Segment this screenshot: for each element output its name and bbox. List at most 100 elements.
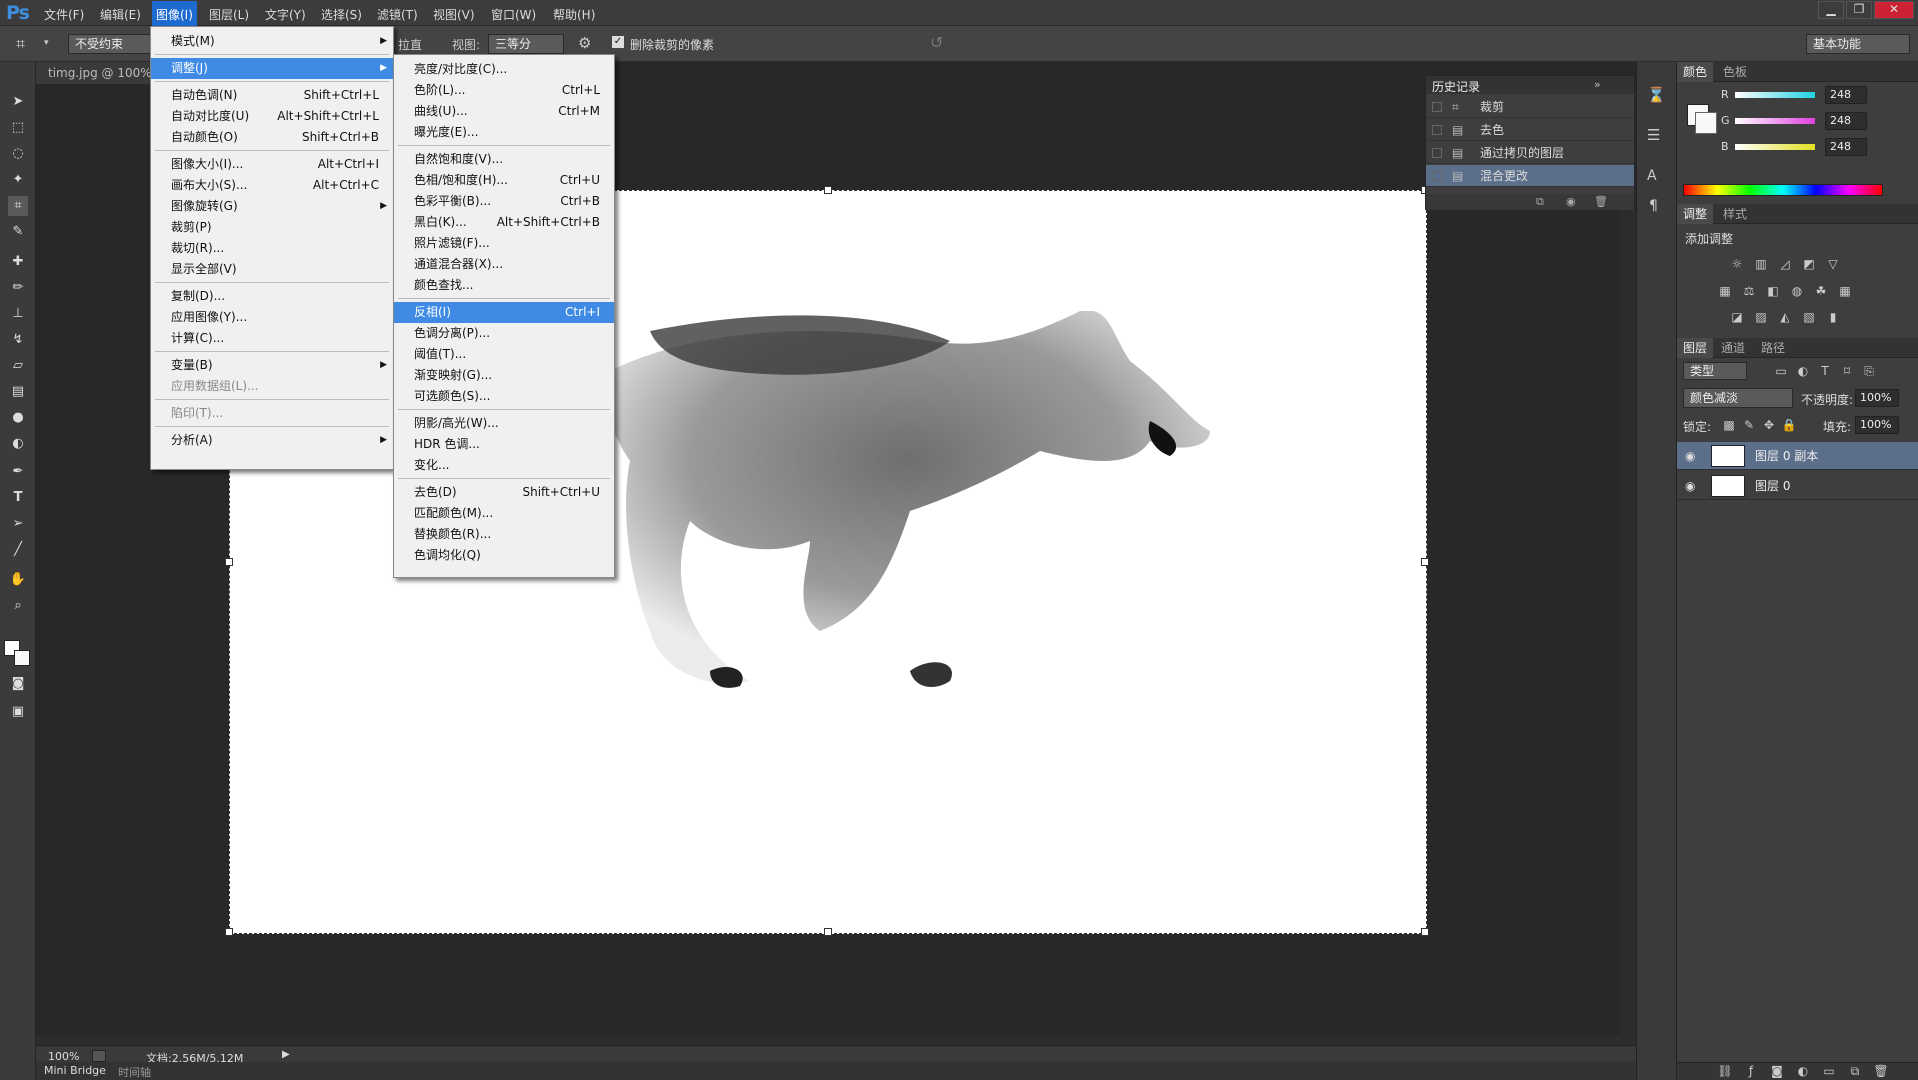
new-group-icon[interactable]: ▭ [1821,1064,1837,1078]
filter-type-icon[interactable]: T [1817,364,1833,378]
close-button[interactable]: ✕ [1874,1,1914,19]
history-item[interactable]: ⌗ 裁剪 [1426,96,1634,118]
paragraph-icon[interactable]: ¶ [1649,198,1658,214]
menu-item[interactable]: 色调均化(Q) [394,545,614,566]
tab-color[interactable]: 颜色 [1677,62,1714,82]
menu-item[interactable]: HDR 色调... [394,434,614,455]
crop-handle[interactable] [824,186,832,194]
exposure-icon[interactable]: ◩ [1801,257,1817,271]
menu-item[interactable]: 色相/饱和度(H)... Ctrl+U [394,170,614,191]
menu-item[interactable]: 亮度/对比度(C)... [394,59,614,80]
clone-stamp-tool-icon[interactable]: ⊥ [8,304,28,324]
chevron-down-icon[interactable]: ▾ [44,38,49,48]
path-selection-tool-icon[interactable]: ➢ [8,514,28,534]
menu-item[interactable]: 阴影/高光(W)... [394,413,614,434]
blend-mode-select[interactable]: 颜色减淡 [1683,388,1793,408]
layer-filter-select[interactable]: 类型 [1683,362,1747,380]
menu-item[interactable]: 分析(A) ▶ [151,430,393,451]
channel-value-input[interactable]: 248 [1825,112,1867,130]
marquee-tool-icon[interactable]: ⬚ [8,118,28,138]
trash-icon[interactable]: 🗑 [1873,1064,1889,1078]
vertical-scrollbar[interactable] [1620,84,1636,1035]
channel-slider[interactable] [1735,118,1815,124]
new-document-icon[interactable]: ⧉ [1536,195,1544,209]
new-layer-icon[interactable]: ⧉ [1847,1064,1863,1078]
blur-tool-icon[interactable]: ● [8,408,28,428]
menu-item[interactable]: 渐变映射(G)... [394,365,614,386]
menu-7[interactable]: 视图(V) [433,6,475,23]
menu-item[interactable]: 调整(J) ▶ [151,58,393,79]
vibrance-icon[interactable]: ▽ [1825,257,1841,271]
trash-icon[interactable]: 🗑 [1594,195,1608,208]
crop-handle[interactable] [1421,928,1429,936]
menu-3[interactable]: 图层(L) [209,6,249,23]
crop-tool-icon[interactable]: ⌗ [8,196,28,216]
menu-item[interactable]: 裁剪(P) [151,217,393,238]
menu-item[interactable]: 变量(B) ▶ [151,355,393,376]
menu-item[interactable]: 自动对比度(U) Alt+Shift+Ctrl+L [151,106,393,127]
history-icon[interactable]: ⌛ [1647,86,1666,104]
channel-mixer-icon[interactable]: ☘ [1813,284,1829,298]
menu-1[interactable]: 编辑(E) [100,6,141,23]
line-tool-icon[interactable]: ╱ [8,540,28,560]
minimize-button[interactable]: ▁ [1818,1,1844,19]
filter-smart-icon[interactable]: ⎘ [1861,364,1877,378]
history-checkbox[interactable] [1432,102,1442,112]
arrow-right-icon[interactable]: ▶ [282,1049,290,1060]
channel-value-input[interactable]: 248 [1825,86,1867,104]
filter-pixel-icon[interactable]: ▭ [1773,364,1789,378]
filter-adjust-icon[interactable]: ◐ [1795,364,1811,378]
menu-item[interactable]: 自动颜色(O) Shift+Ctrl+B [151,127,393,148]
menu-item[interactable]: 图像大小(I)... Alt+Ctrl+I [151,154,393,175]
tab-paths[interactable]: 路径 [1755,338,1791,358]
menu-6[interactable]: 滤镜(T) [377,6,418,23]
menu-item[interactable]: 裁切(R)... [151,238,393,259]
tab-styles[interactable]: 样式 [1717,204,1753,224]
panel-collapse-icon[interactable]: » [1594,78,1601,91]
background-color-swatch[interactable] [1695,112,1717,134]
layer-mask-icon[interactable]: ◙ [1769,1064,1785,1078]
menu-item[interactable]: 阈值(T)... [394,344,614,365]
hue-saturation-icon[interactable]: ▦ [1717,284,1733,298]
pen-tool-icon[interactable]: ✒ [8,462,28,482]
status-icon[interactable] [92,1050,106,1062]
layer-row[interactable]: ◉ 图层 0 [1677,472,1918,500]
menu-item[interactable]: 自动色调(N) Shift+Ctrl+L [151,85,393,106]
character-icon[interactable]: A [1647,168,1657,184]
dodge-tool-icon[interactable]: ◐ [8,434,28,454]
lock-image-icon[interactable]: ✎ [1741,418,1757,432]
menu-item[interactable]: 模式(M) ▶ [151,31,393,52]
camera-icon[interactable]: ◉ [1566,195,1576,208]
filter-shape-icon[interactable]: ⌑ [1839,364,1855,378]
eraser-tool-icon[interactable]: ▱ [8,356,28,376]
lasso-tool-icon[interactable]: ◌ [8,144,28,164]
adjustment-layer-icon[interactable]: ◐ [1795,1064,1811,1078]
menu-item[interactable]: 计算(C)... [151,328,393,349]
restore-button[interactable]: ❐ [1846,1,1872,19]
invert-icon[interactable]: ◪ [1729,310,1745,324]
lock-all-icon[interactable]: 🔒 [1781,418,1797,432]
straighten-label[interactable]: 拉直 [398,36,422,53]
channel-value-input[interactable]: 248 [1825,138,1867,156]
channel-slider[interactable] [1735,92,1815,98]
menu-item[interactable]: 匹配颜色(M)... [394,503,614,524]
link-layers-icon[interactable]: ⛓ [1717,1064,1733,1078]
layer-row[interactable]: ◉ 图层 0 副本 [1677,442,1918,470]
brightness-icon[interactable]: ☼ [1729,257,1745,271]
levels-icon[interactable]: ▥ [1753,257,1769,271]
menu-item[interactable]: 画布大小(S)... Alt+Ctrl+C [151,175,393,196]
color-spectrum[interactable] [1683,184,1883,196]
magic-wand-tool-icon[interactable]: ✦ [8,170,28,190]
menu-item[interactable]: 曝光度(E)... [394,122,614,143]
properties-icon[interactable]: ☰ [1647,126,1660,144]
workspace-select[interactable]: 基本功能 [1806,34,1910,54]
quick-mask-icon[interactable]: ◙ [8,674,28,694]
menu-item[interactable]: 反相(I) Ctrl+I [394,302,614,323]
history-checkbox[interactable] [1432,125,1442,135]
lock-position-icon[interactable]: ✥ [1761,418,1777,432]
menu-item[interactable]: 曲线(U)... Ctrl+M [394,101,614,122]
tab-layers[interactable]: 图层 [1677,338,1714,358]
gradient-map-icon[interactable]: ▧ [1801,310,1817,324]
menu-item[interactable]: 通道混合器(X)... [394,254,614,275]
menu-item[interactable]: 显示全部(V) [151,259,393,280]
